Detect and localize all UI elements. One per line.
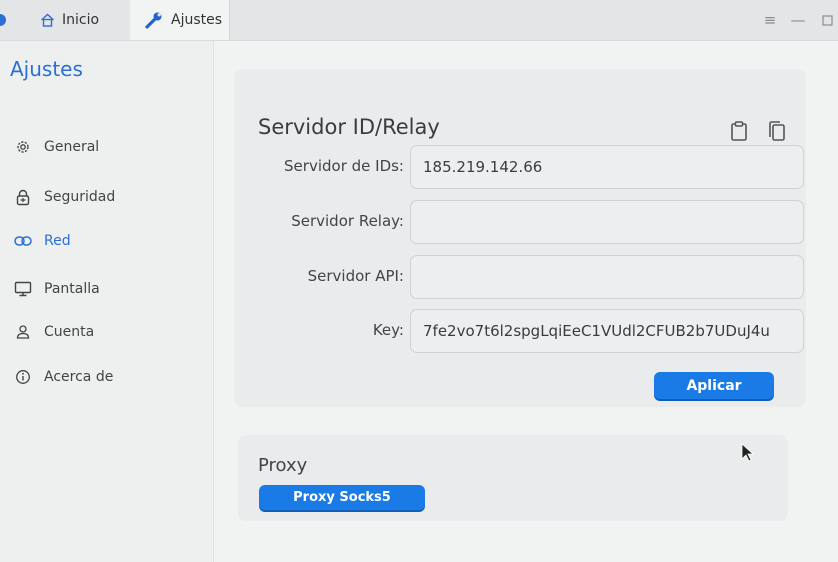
menu-icon[interactable]: ≡ [761, 11, 779, 29]
api-server-label: Servidor API: [307, 267, 404, 285]
minimize-icon[interactable]: — [789, 11, 807, 29]
proxy-title: Proxy [258, 455, 308, 476]
sidebar-title: Ajustes [10, 57, 83, 81]
tab-scroll-indicator [0, 14, 6, 26]
home-icon [40, 13, 55, 27]
api-server-input[interactable] [410, 255, 804, 299]
sidebar-item-pantalla[interactable]: Pantalla [12, 274, 207, 304]
relay-server-row: Servidor Relay: [234, 200, 806, 246]
settings-content: Servidor ID/Relay Servidor de IDs: 185.2… [214, 41, 838, 562]
user-icon [12, 322, 34, 342]
sidebar-item-label: Seguridad [44, 189, 116, 205]
id-server-input[interactable] [410, 145, 804, 189]
app-window: Inicio Ajustes ≡ — Ajustes General Segur… [0, 0, 838, 562]
key-row: Key: [234, 309, 806, 355]
sidebar-item-general[interactable]: General [12, 132, 207, 162]
tab-bar: Inicio Ajustes ≡ — [0, 0, 838, 41]
key-label: Key: [372, 321, 404, 339]
relay-server-label: Servidor Relay: [291, 212, 404, 230]
sidebar-item-label: Pantalla [44, 281, 100, 297]
sidebar-item-acerca-de[interactable]: Acerca de [12, 362, 207, 392]
relay-server-input[interactable] [410, 200, 804, 244]
card-title: Servidor ID/Relay [258, 115, 440, 139]
mouse-cursor-icon [741, 443, 755, 467]
sidebar-item-label: General [44, 139, 100, 155]
sidebar-item-label: Red [44, 233, 71, 249]
sidebar-item-label: Cuenta [44, 324, 95, 340]
api-server-row: Servidor API: [234, 255, 806, 301]
maximize-icon[interactable] [818, 11, 836, 29]
clipboard-icon[interactable] [728, 119, 750, 143]
link-icon [12, 231, 34, 251]
tab-inicio[interactable]: Inicio [18, 0, 130, 40]
id-server-label: Servidor de IDs: [284, 157, 404, 175]
tab-ajustes[interactable]: Ajustes [130, 0, 230, 40]
copy-icon[interactable] [766, 119, 788, 143]
id-server-row: Servidor de IDs: [234, 145, 806, 191]
proxy-card: Proxy Proxy Socks5 [238, 435, 788, 521]
server-relay-card: Servidor ID/Relay Servidor de IDs: 185.2… [234, 69, 806, 407]
info-icon [12, 367, 34, 387]
sidebar-item-red[interactable]: Red [12, 226, 207, 256]
apply-button[interactable]: Aplicar [654, 372, 774, 399]
tab-inicio-label: Inicio [62, 12, 100, 28]
sidebar: Ajustes General Seguridad Red Pantalla C… [0, 41, 214, 562]
tab-ajustes-label: Ajustes [171, 12, 223, 28]
sidebar-item-seguridad[interactable]: Seguridad [12, 182, 207, 212]
wrench-icon [144, 11, 164, 29]
key-input[interactable] [410, 309, 804, 353]
lock-icon [12, 187, 34, 207]
sidebar-item-cuenta[interactable]: Cuenta [12, 317, 207, 347]
sidebar-item-label: Acerca de [44, 369, 114, 385]
proxy-socks5-button[interactable]: Proxy Socks5 [259, 485, 425, 510]
monitor-icon [12, 279, 34, 299]
gear-icon [12, 137, 34, 157]
card-actions [728, 119, 788, 143]
